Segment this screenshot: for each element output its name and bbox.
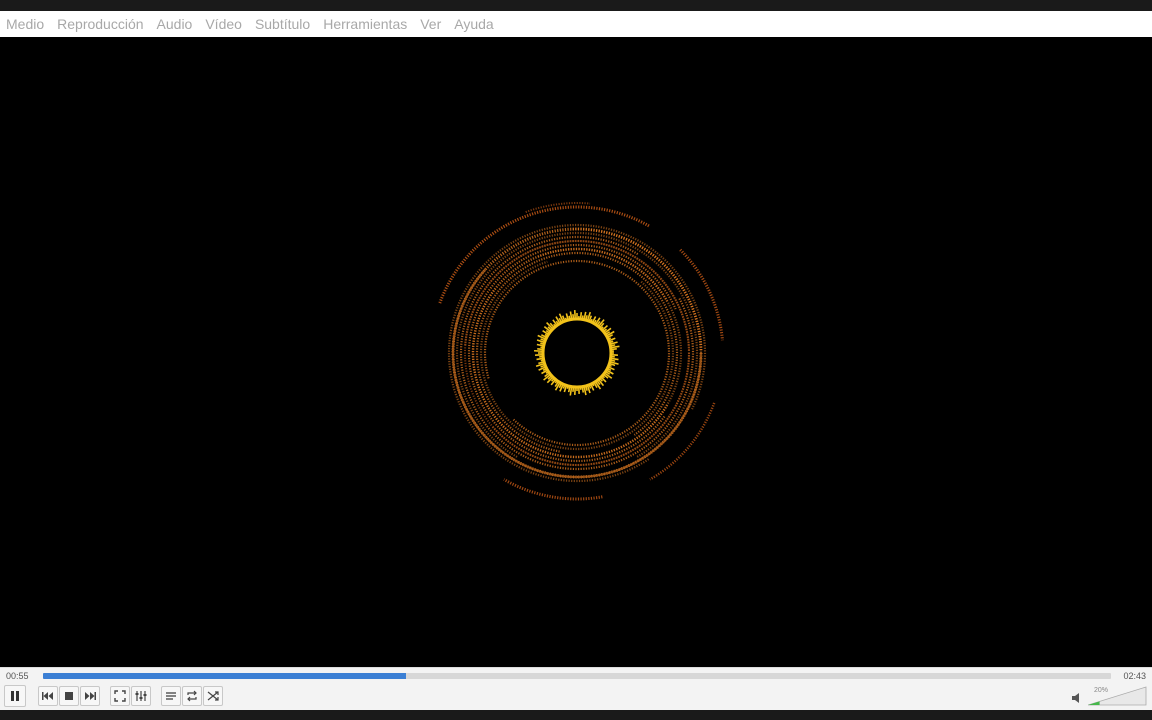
control-buttons: 20% xyxy=(0,685,1152,709)
seek-bar[interactable] xyxy=(43,673,1111,679)
visualizer-ring xyxy=(475,251,679,453)
bottom-border xyxy=(0,710,1152,720)
audio-visualizer xyxy=(438,202,724,501)
next-icon xyxy=(85,692,96,700)
video-display[interactable] xyxy=(0,37,1152,667)
seek-bar-progress xyxy=(43,673,407,679)
menu-ayuda[interactable]: Ayuda xyxy=(454,16,493,32)
title-bar xyxy=(0,0,1152,11)
visualizer-ring xyxy=(464,240,690,466)
pause-button[interactable] xyxy=(4,685,26,707)
menu-medio[interactable]: Medio xyxy=(6,16,44,32)
visualizer-ring xyxy=(464,239,691,467)
pause-icon xyxy=(11,691,19,701)
shuffle-button[interactable] xyxy=(203,686,223,706)
volume-percentage: 20% xyxy=(1094,687,1109,694)
visualizer-ring xyxy=(451,227,703,479)
previous-button[interactable] xyxy=(38,686,58,706)
shuffle-icon xyxy=(207,691,219,701)
stop-button[interactable] xyxy=(59,686,79,706)
playlist-button[interactable] xyxy=(161,686,181,706)
visualizer-ring xyxy=(459,235,695,471)
visualizer-inner-ring xyxy=(534,310,620,396)
visualizer-ring xyxy=(447,223,707,483)
loop-button[interactable] xyxy=(182,686,202,706)
visualizer-ring xyxy=(467,243,677,463)
visualizer-ring xyxy=(483,259,671,447)
menu-audio[interactable]: Audio xyxy=(157,16,193,32)
menu-herramientas[interactable]: Herramientas xyxy=(323,16,407,32)
next-button[interactable] xyxy=(80,686,100,706)
menu-reproduccion[interactable]: Reproducción xyxy=(57,16,143,32)
menu-bar: Medio Reproducción Audio Vídeo Subtítulo… xyxy=(0,11,1152,37)
fullscreen-icon xyxy=(114,690,126,702)
extended-settings-icon xyxy=(135,691,147,701)
time-elapsed: 00:55 xyxy=(6,671,29,681)
time-total: 02:43 xyxy=(1123,671,1146,681)
volume-icon[interactable] xyxy=(1071,692,1081,704)
visualizer-ring xyxy=(503,478,603,501)
stop-icon xyxy=(65,692,73,700)
menu-video[interactable]: Vídeo xyxy=(205,16,242,32)
visualizer-ring xyxy=(649,402,716,481)
loop-icon xyxy=(187,690,197,702)
visualizer-ring xyxy=(455,231,699,458)
playlist-icon xyxy=(166,692,176,700)
visualizer-core-circle xyxy=(541,317,613,389)
fullscreen-button[interactable] xyxy=(110,686,130,706)
menu-ver[interactable]: Ver xyxy=(420,16,441,32)
previous-icon xyxy=(42,692,53,700)
media-player-window: Medio Reproducción Audio Vídeo Subtítulo… xyxy=(0,0,1152,720)
extended-settings-button[interactable] xyxy=(131,686,151,706)
menu-subtitulo[interactable]: Subtítulo xyxy=(255,16,310,32)
